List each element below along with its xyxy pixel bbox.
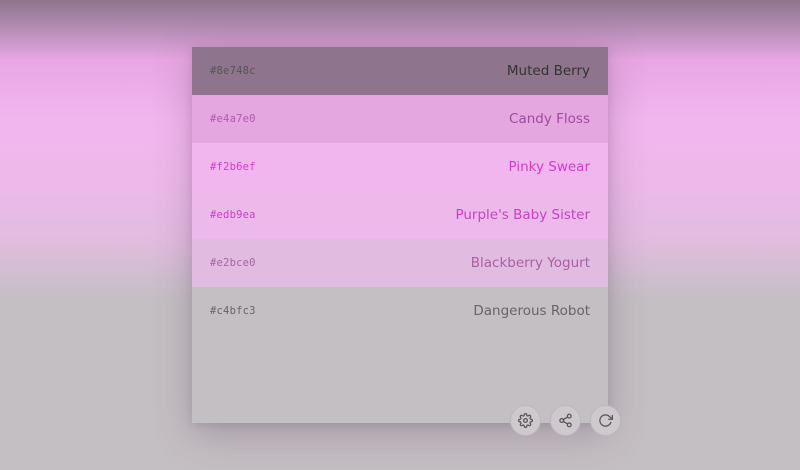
swatch-row[interactable]: #edb9ea Purple's Baby Sister	[192, 191, 608, 239]
swatch-row[interactable]: #e2bce0 Blackberry Yogurt	[192, 239, 608, 287]
swatch-hex: #e2bce0	[210, 257, 256, 269]
swatch-name: Muted Berry	[506, 63, 590, 79]
swatch-row[interactable]: #e4a7e0 Candy Floss	[192, 95, 608, 143]
swatch-name: Purple's Baby Sister	[455, 207, 590, 223]
share-button[interactable]	[550, 405, 581, 436]
swatch-name: Candy Floss	[509, 111, 590, 127]
swatch-hex: #8e748c	[210, 65, 256, 77]
swatch-hex: #f2b6ef	[210, 161, 256, 173]
swatch-row[interactable]: #c4bfc3 Dangerous Robot	[192, 287, 608, 335]
gear-icon	[518, 413, 533, 428]
refresh-icon	[599, 414, 613, 427]
swatch-hex: #e4a7e0	[210, 113, 256, 125]
swatch-name: Dangerous Robot	[473, 303, 590, 319]
swatch-hex: #c4bfc3	[210, 305, 256, 317]
swatch-row[interactable]: #f2b6ef Pinky Swear	[192, 143, 608, 191]
swatch-name: Pinky Swear	[508, 159, 590, 175]
share-icon	[559, 413, 572, 428]
palette-toolbar	[510, 405, 621, 436]
swatch-hex: #edb9ea	[210, 209, 256, 221]
swatch-name: Blackberry Yogurt	[470, 255, 590, 271]
palette-panel: #8e748c Muted Berry #e4a7e0 Candy Floss …	[192, 47, 608, 423]
swatch-row[interactable]: #8e748c Muted Berry	[192, 47, 608, 95]
refresh-button[interactable]	[590, 405, 621, 436]
settings-button[interactable]	[510, 405, 541, 436]
